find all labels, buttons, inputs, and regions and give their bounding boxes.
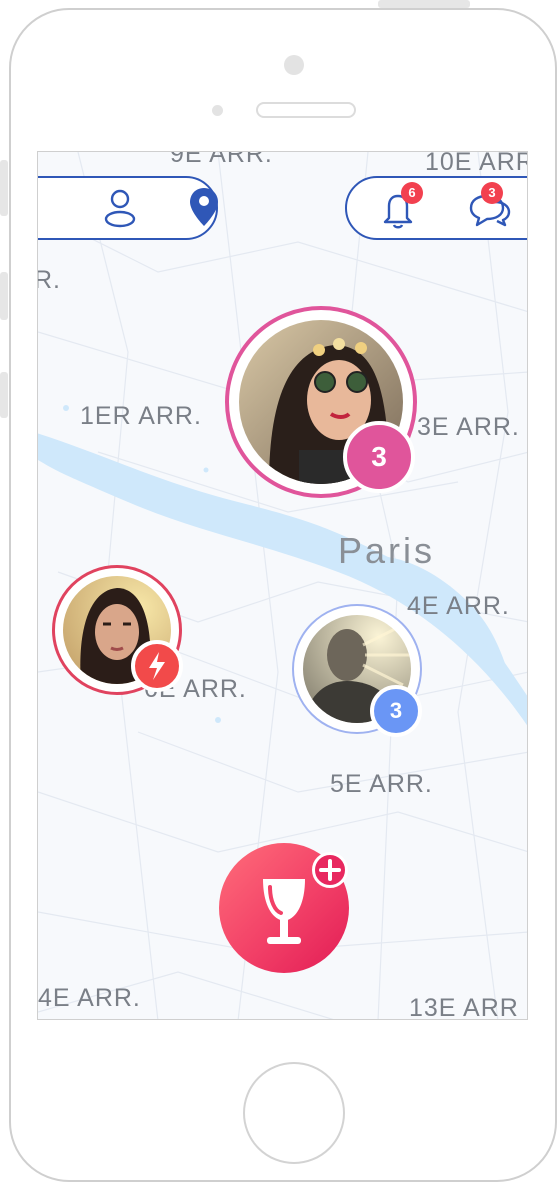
speaker-slot bbox=[256, 102, 356, 118]
district-label: 10E ARR bbox=[425, 151, 528, 176]
side-button bbox=[0, 372, 8, 418]
marker-count-badge: 3 bbox=[343, 421, 415, 493]
power-button bbox=[378, 0, 470, 8]
district-label: 5E ARR. bbox=[330, 770, 433, 798]
person-icon[interactable] bbox=[100, 188, 140, 233]
district-label: 4E ARR. bbox=[38, 984, 141, 1012]
chat-icon[interactable]: 3 bbox=[465, 182, 513, 235]
district-label: 13E ARR bbox=[409, 994, 519, 1020]
district-label: 4E ARR. bbox=[407, 592, 510, 620]
district-label: 9E ARR. bbox=[170, 151, 273, 168]
home-button[interactable] bbox=[243, 1062, 345, 1164]
camera-icon bbox=[284, 55, 304, 75]
lightning-icon bbox=[149, 652, 165, 680]
district-label: 3E ARR. bbox=[417, 413, 520, 441]
lightning-badge bbox=[131, 640, 183, 692]
side-button bbox=[0, 272, 8, 320]
nav-pill-left bbox=[38, 176, 220, 240]
sensor-icon bbox=[212, 105, 223, 116]
side-button bbox=[0, 160, 8, 216]
location-pin-icon[interactable] bbox=[188, 186, 220, 233]
bell-icon[interactable]: 6 bbox=[377, 182, 423, 235]
city-label: Paris bbox=[338, 530, 436, 571]
district-label: 1ER ARR. bbox=[80, 402, 202, 430]
notifications-badge: 6 bbox=[401, 182, 423, 204]
app-screen: 9E ARR. 10E ARR R. 1ER ARR. 3E ARR. 4E A… bbox=[37, 151, 528, 1020]
plus-icon bbox=[319, 859, 341, 881]
messages-badge: 3 bbox=[481, 182, 503, 204]
nav-pill-right: 6 3 bbox=[345, 176, 527, 240]
plus-badge bbox=[312, 852, 348, 888]
district-label: R. bbox=[38, 266, 61, 294]
marker-count-badge: 3 bbox=[370, 685, 422, 737]
